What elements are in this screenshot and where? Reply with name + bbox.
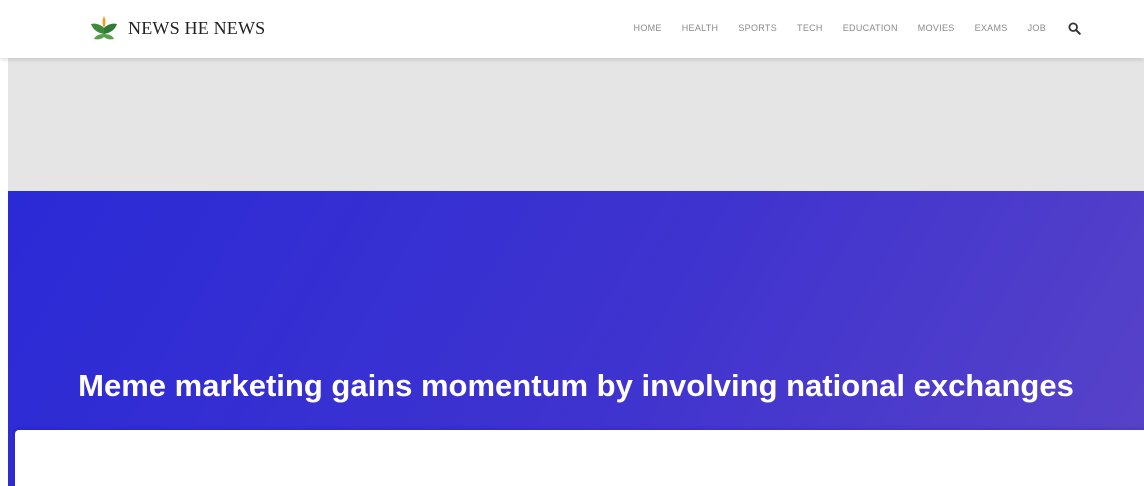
site-header: NEWS HE NEWS HOME HEALTH SPORTS TECH EDU… — [0, 0, 1144, 58]
brand-link[interactable]: NEWS HE NEWS — [88, 12, 265, 44]
main-nav: HOME HEALTH SPORTS TECH EDUCATION MOVIES… — [634, 17, 1082, 39]
nav-item-education[interactable]: EDUCATION — [843, 23, 898, 33]
nav-item-movies[interactable]: MOVIES — [918, 23, 955, 33]
nav-item-health[interactable]: HEALTH — [682, 23, 719, 33]
brand-name: NEWS HE NEWS — [128, 17, 266, 38]
nav-item-home[interactable]: HOME — [634, 23, 662, 33]
page: NEWS HE NEWS HOME HEALTH SPORTS TECH EDU… — [0, 0, 1144, 486]
search-icon — [1067, 21, 1081, 35]
article-title: Meme marketing gains momentum by involvi… — [78, 368, 1074, 403]
search-button[interactable] — [1066, 20, 1082, 36]
nav-item-exams[interactable]: EXAMS — [975, 23, 1008, 33]
article-content-card — [15, 430, 1144, 486]
nav-item-tech[interactable]: TECH — [797, 23, 823, 33]
nav-item-sports[interactable]: SPORTS — [738, 23, 777, 33]
ad-banner-area — [8, 58, 1144, 191]
lotus-logo-icon — [91, 16, 117, 40]
nav-item-job[interactable]: JOB — [1028, 23, 1046, 33]
